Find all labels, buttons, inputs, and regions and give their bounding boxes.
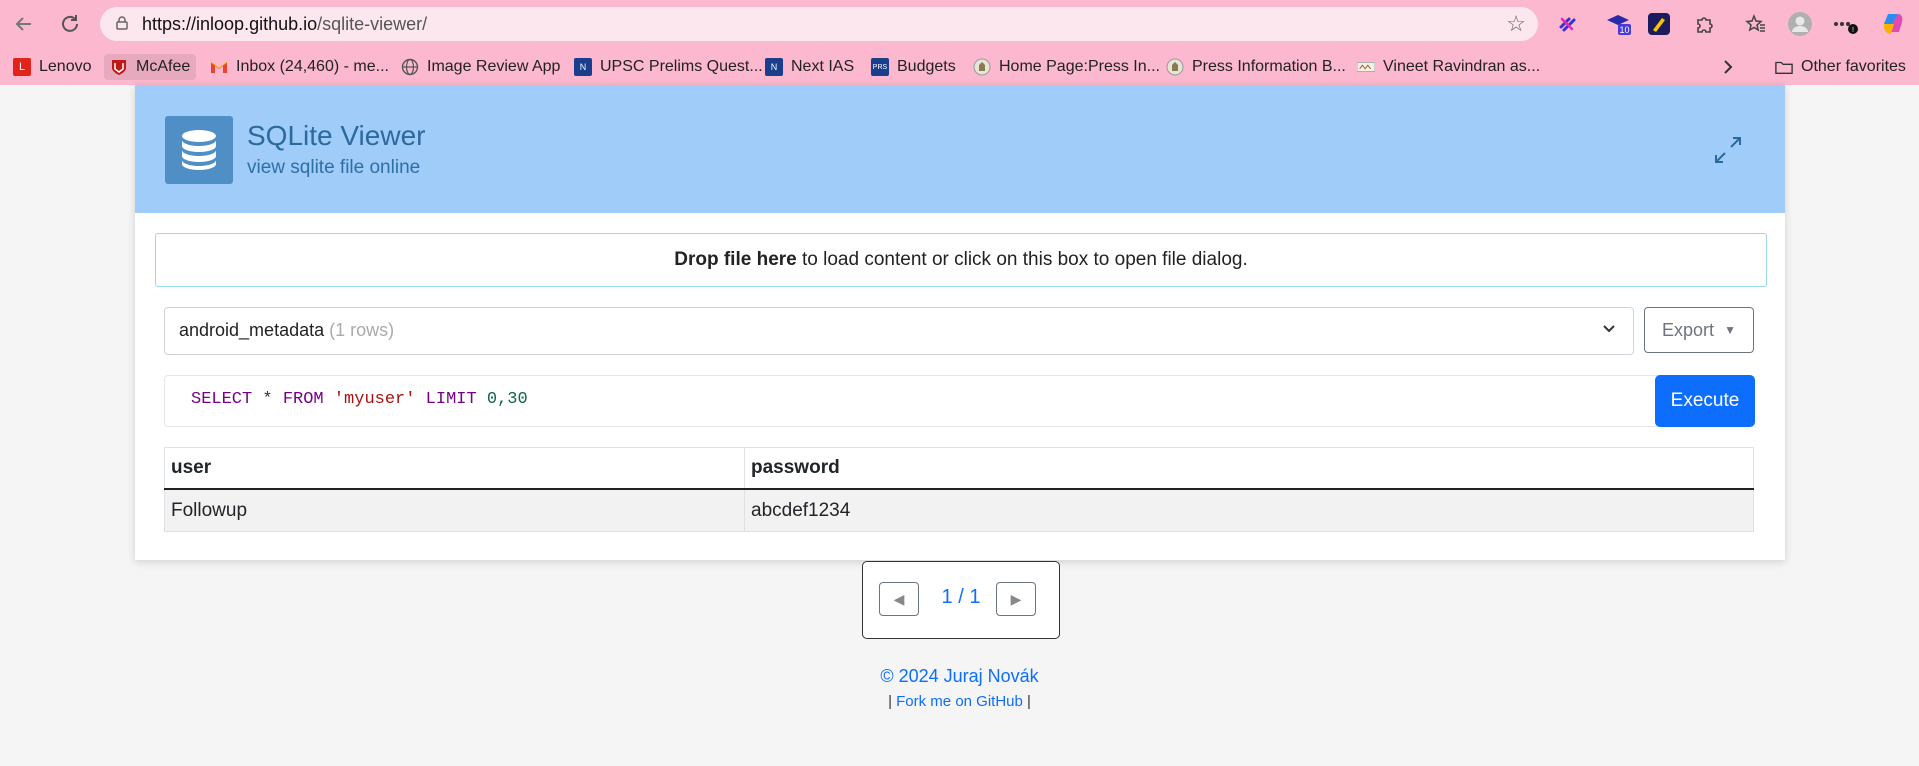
drop-zone-text: to load content or click on this box to … bbox=[796, 249, 1248, 270]
bookmark-next-ias[interactable]: N Next IAS bbox=[765, 54, 854, 80]
sql-star: * bbox=[252, 390, 283, 409]
emblem-icon bbox=[973, 58, 991, 76]
globe-icon bbox=[401, 58, 419, 76]
footer-links: | Fork me on GitHub | bbox=[0, 693, 1919, 710]
browser-toolbar: https://inloop.github.io/sqlite-viewer/ … bbox=[0, 0, 1919, 48]
bookmark-label: UPSC Prelims Quest... bbox=[600, 58, 763, 75]
extension-cap-icon[interactable]: 10 bbox=[1603, 9, 1633, 39]
sql-query-editor[interactable]: SELECT * FROM 'myuser' LIMIT 0,30 bbox=[164, 375, 1681, 427]
prs-logo-icon: PRS bbox=[871, 58, 889, 76]
table-cell-user: Followup bbox=[164, 488, 745, 532]
footer-separator: | bbox=[888, 693, 892, 710]
bookmark-budgets[interactable]: PRS Budgets bbox=[871, 54, 956, 80]
url-host: https://inloop.github.io bbox=[142, 14, 318, 34]
export-label: Export bbox=[1662, 319, 1715, 340]
next-page-button[interactable]: ▶ bbox=[996, 582, 1036, 616]
file-drop-zone[interactable]: Drop file here to load content or click … bbox=[155, 233, 1767, 287]
gmail-icon bbox=[210, 58, 228, 76]
more-menu-icon[interactable]: ! bbox=[1830, 9, 1860, 39]
other-favorites[interactable]: Other favorites bbox=[1775, 54, 1906, 80]
sql-table-name: 'myuser' bbox=[333, 390, 416, 409]
bookmark-upsc-prelims[interactable]: N UPSC Prelims Quest... bbox=[574, 54, 763, 80]
sql-keyword-select: SELECT bbox=[191, 390, 253, 409]
selected-table-rows: (1 rows) bbox=[329, 320, 395, 340]
bookmark-mcafee[interactable]: McAfee bbox=[104, 54, 197, 80]
app-header: SQLite Viewer view sqlite file online bbox=[135, 85, 1785, 213]
svg-text:10: 10 bbox=[1619, 25, 1629, 35]
sql-keyword-from: FROM bbox=[282, 390, 324, 409]
pagination: ◀ 1 / 1 ▶ bbox=[862, 561, 1060, 639]
triangle-left-icon: ◀ bbox=[893, 590, 905, 607]
bookmark-label: Home Page:Press In... bbox=[999, 58, 1160, 75]
export-button[interactable]: Export ▼ bbox=[1644, 307, 1754, 353]
bookmark-label: Inbox (24,460) - me... bbox=[236, 58, 389, 75]
address-bar[interactable]: https://inloop.github.io/sqlite-viewer/ … bbox=[100, 7, 1538, 41]
results-table: user password Followup abcdef1234 bbox=[164, 447, 1754, 532]
lenovo-logo-icon: L bbox=[13, 58, 31, 76]
selected-table-name: android_metadata bbox=[179, 320, 325, 340]
bookmark-label: McAfee bbox=[136, 58, 191, 75]
table-row: Followup abcdef1234 bbox=[164, 488, 1754, 532]
footer-separator: | bbox=[1027, 693, 1031, 710]
sql-limit-value: 0,30 bbox=[486, 390, 528, 409]
svg-text:!: ! bbox=[1852, 27, 1854, 34]
site-info-icon[interactable] bbox=[114, 15, 130, 31]
triangle-right-icon: ▶ bbox=[1010, 590, 1022, 607]
favorite-star-icon[interactable]: ☆ bbox=[1506, 11, 1526, 37]
chevron-down-icon bbox=[1601, 320, 1617, 339]
bookmark-label: Budgets bbox=[897, 58, 956, 75]
url-text[interactable]: https://inloop.github.io/sqlite-viewer/ bbox=[142, 14, 427, 35]
copilot-icon[interactable] bbox=[1878, 9, 1908, 39]
expand-icon[interactable] bbox=[1711, 133, 1745, 167]
bookmark-label: Next IAS bbox=[791, 58, 855, 75]
fork-github-link[interactable]: Fork me on GitHub bbox=[896, 693, 1023, 710]
bookmarks-overflow-chevron-icon[interactable] bbox=[1721, 54, 1735, 80]
page-indicator: 1 / 1 bbox=[941, 586, 981, 608]
bookmark-press-info[interactable]: Press Information B... bbox=[1166, 54, 1346, 80]
refresh-icon[interactable] bbox=[54, 8, 86, 40]
bookmark-vineet-ravindran[interactable]: Vineet Ravindran as... bbox=[1357, 54, 1540, 80]
table-header-row: user password bbox=[164, 447, 1754, 490]
bookmark-press-home[interactable]: Home Page:Press In... bbox=[973, 54, 1160, 80]
url-path: /sqlite-viewer/ bbox=[317, 14, 428, 34]
back-icon[interactable] bbox=[8, 8, 40, 40]
profile-avatar-icon[interactable] bbox=[1785, 9, 1815, 39]
bookmark-gmail-inbox[interactable]: Inbox (24,460) - me... bbox=[210, 54, 389, 80]
bookmark-label: Image Review App bbox=[427, 58, 561, 75]
extension-link-icon[interactable] bbox=[1553, 9, 1583, 39]
database-icon bbox=[165, 116, 233, 184]
footer-copyright: © 2024 Juraj Novák bbox=[880, 666, 1039, 686]
app-subtitle: view sqlite file online bbox=[247, 157, 421, 178]
next-ias-logo-icon: N bbox=[574, 58, 592, 76]
bookmark-label: Vineet Ravindran as... bbox=[1383, 58, 1541, 75]
bookmark-lenovo[interactable]: L Lenovo bbox=[13, 54, 92, 80]
mcafee-shield-icon bbox=[110, 58, 128, 76]
bookmark-image-review-app[interactable]: Image Review App bbox=[401, 54, 560, 80]
viewer-card: SQLite Viewer view sqlite file online Dr… bbox=[135, 85, 1785, 560]
folder-icon bbox=[1775, 58, 1793, 76]
bookmark-label: Lenovo bbox=[39, 58, 92, 75]
bookmark-label: Press Information B... bbox=[1192, 58, 1346, 75]
app-title: SQLite Viewer bbox=[247, 120, 426, 151]
favorites-icon[interactable] bbox=[1741, 9, 1771, 39]
sql-keyword-limit: LIMIT bbox=[425, 390, 477, 409]
prev-page-button[interactable]: ◀ bbox=[879, 582, 919, 616]
drop-zone-bold-text: Drop file here bbox=[674, 249, 797, 270]
site-logo-icon bbox=[1357, 58, 1375, 76]
table-select[interactable]: android_metadata (1 rows) bbox=[164, 307, 1634, 355]
table-cell-password: abcdef1234 bbox=[744, 488, 1754, 532]
execute-button[interactable]: Execute bbox=[1655, 375, 1755, 427]
column-header-password[interactable]: password bbox=[744, 447, 1754, 490]
column-header-user[interactable]: user bbox=[164, 447, 745, 490]
bookmarks-bar: L Lenovo McAfee Inbox (24,460) - me... I… bbox=[0, 48, 1919, 85]
extension-pen-icon[interactable] bbox=[1644, 9, 1674, 39]
caret-down-icon: ▼ bbox=[1724, 323, 1736, 337]
extensions-puzzle-icon[interactable] bbox=[1690, 9, 1720, 39]
emblem-icon bbox=[1166, 58, 1184, 76]
other-favorites-label: Other favorites bbox=[1801, 58, 1906, 75]
next-ias-logo-icon: N bbox=[765, 58, 783, 76]
